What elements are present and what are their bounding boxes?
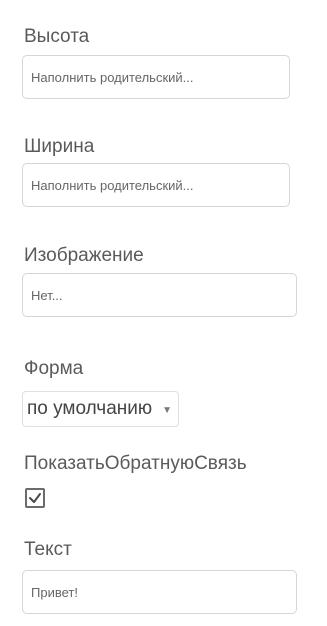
width-label: Ширина [24,136,95,157]
height-label: Высота [24,26,90,47]
shape-select[interactable]: по умолчанию ▼ [22,391,180,427]
show-feedback-label: ПоказатьОбратнуюСвязь [24,453,247,474]
show-feedback-checkbox[interactable] [25,488,45,508]
caret-down-icon: ▼ [162,404,173,416]
width-field[interactable]: Наполнить родительский... [22,163,290,207]
image-label: Изображение [24,245,144,266]
shape-label: Форма [24,358,84,379]
text-input[interactable]: Привет! [22,570,297,614]
image-picker-field[interactable]: Нет... [22,273,297,317]
height-field[interactable]: Наполнить родительский... [22,55,290,99]
checkmark-icon [29,493,41,503]
shape-select-value: по умолчанию [27,398,153,419]
text-label: Текст [24,539,72,560]
